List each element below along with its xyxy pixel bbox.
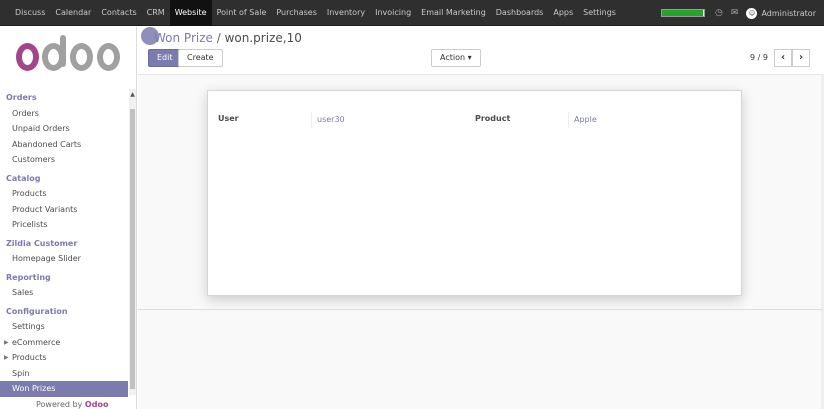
sidebar-item-product-variants[interactable]: Product Variants (0, 202, 128, 218)
chevron-right-icon: › (798, 52, 804, 63)
sidebar-section-reporting[interactable]: Reporting (0, 270, 128, 286)
content-divider (138, 309, 824, 310)
sidebar-menu: Orders Orders Unpaid Orders Abandoned Ca… (0, 90, 128, 397)
avatar[interactable]: ☺ (746, 7, 758, 19)
caret-right-icon: ▶ (4, 354, 9, 361)
powered-by-text: Powered by (36, 400, 83, 409)
sidebar-item-customers[interactable]: Customers (0, 152, 128, 168)
app-menu: Discuss Calendar Contacts CRM Website Po… (10, 0, 621, 26)
sidebar: Orders Orders Unpaid Orders Abandoned Ca… (0, 27, 137, 409)
menu-purchases[interactable]: Purchases (271, 0, 322, 26)
user-field[interactable]: user30 (311, 112, 345, 128)
breadcrumb-parent[interactable]: Won Prize (154, 31, 213, 45)
menu-invoicing[interactable]: Invoicing (370, 0, 416, 26)
sidebar-item-orders[interactable]: Orders (0, 106, 128, 122)
sidebar-section-orders[interactable]: Orders (0, 90, 128, 106)
menu-crm[interactable]: CRM (142, 0, 170, 26)
sidebar-item-sales[interactable]: Sales (0, 285, 128, 301)
scroll-up-icon[interactable]: ▲ (129, 91, 136, 98)
menu-inventory[interactable]: Inventory (322, 0, 370, 26)
sidebar-item-products[interactable]: Products (0, 186, 128, 202)
powered-by: Powered by Odoo (36, 400, 108, 409)
sidebar-item-won-prizes[interactable]: Won Prizes (0, 381, 128, 397)
sidebar-item-settings[interactable]: Settings (0, 319, 128, 335)
progress-fill (662, 10, 703, 16)
sidebar-item-abandoned-carts[interactable]: Abandoned Carts (0, 137, 128, 153)
sidebar-item-homepage-slider[interactable]: Homepage Slider (0, 251, 128, 267)
menu-point-of-sale[interactable]: Point of Sale (212, 0, 272, 26)
scrollbar-thumb[interactable] (130, 109, 135, 389)
sidebar-item-label: eCommerce (12, 337, 61, 347)
menu-calendar[interactable]: Calendar (50, 0, 96, 26)
chevron-left-icon: ‹ (780, 52, 786, 63)
create-button[interactable]: Create (178, 49, 223, 67)
chat-icon[interactable]: ✉ (731, 8, 739, 18)
sidebar-item-ecommerce[interactable]: ▶ eCommerce (0, 335, 128, 351)
breadcrumb-current: won.prize,10 (224, 31, 302, 45)
sidebar-section-catalog[interactable]: Catalog (0, 171, 128, 187)
sidebar-item-label: Products (12, 353, 47, 362)
menu-settings[interactable]: Settings (578, 0, 621, 26)
sidebar-section-configuration[interactable]: Configuration (0, 304, 128, 320)
odoo-logo[interactable] (16, 35, 122, 79)
clock-icon[interactable]: ◷ (715, 8, 723, 18)
pager-previous-button[interactable]: ‹ (774, 49, 792, 67)
menu-contacts[interactable]: Contacts (96, 0, 141, 26)
top-navbar: Discuss Calendar Contacts CRM Website Po… (0, 0, 824, 26)
pager-next-button[interactable]: › (792, 49, 810, 67)
sidebar-scrollbar[interactable]: ▲ (129, 89, 136, 395)
breadcrumb: Won Prize / won.prize,10 (154, 31, 302, 45)
pager-value[interactable]: 9 / 9 (750, 53, 768, 62)
product-field[interactable]: Apple (568, 112, 597, 128)
sidebar-item-config-products[interactable]: ▶ Products (0, 350, 128, 366)
menu-dashboards[interactable]: Dashboards (491, 0, 549, 26)
product-label: Product (475, 114, 511, 123)
menu-discuss[interactable]: Discuss (10, 0, 50, 26)
sidebar-section-zildia-customer[interactable]: Zildia Customer (0, 236, 128, 252)
action-dropdown[interactable]: Action ▾ (431, 49, 481, 67)
edit-button[interactable]: Edit (148, 49, 182, 67)
menu-email-marketing[interactable]: Email Marketing (416, 0, 491, 26)
progress-bar (661, 9, 706, 17)
sidebar-item-unpaid-orders[interactable]: Unpaid Orders (0, 121, 128, 137)
form-sheet: User user30 Product Apple (207, 90, 742, 296)
powered-by-brand[interactable]: Odoo (85, 400, 109, 409)
user-menu[interactable]: Administrator (761, 9, 816, 18)
user-label: User (218, 114, 239, 123)
form-view: User user30 Product Apple (138, 74, 824, 409)
menu-apps[interactable]: Apps (548, 0, 578, 26)
sidebar-item-spin[interactable]: Spin (0, 366, 128, 382)
caret-right-icon: ▶ (4, 338, 9, 346)
sidebar-item-pricelists[interactable]: Pricelists (0, 217, 128, 233)
menu-website[interactable]: Website (169, 0, 212, 26)
topbar-right: ◷ ✉ ☺ Administrator (661, 0, 816, 26)
breadcrumb-separator: / (216, 31, 221, 45)
